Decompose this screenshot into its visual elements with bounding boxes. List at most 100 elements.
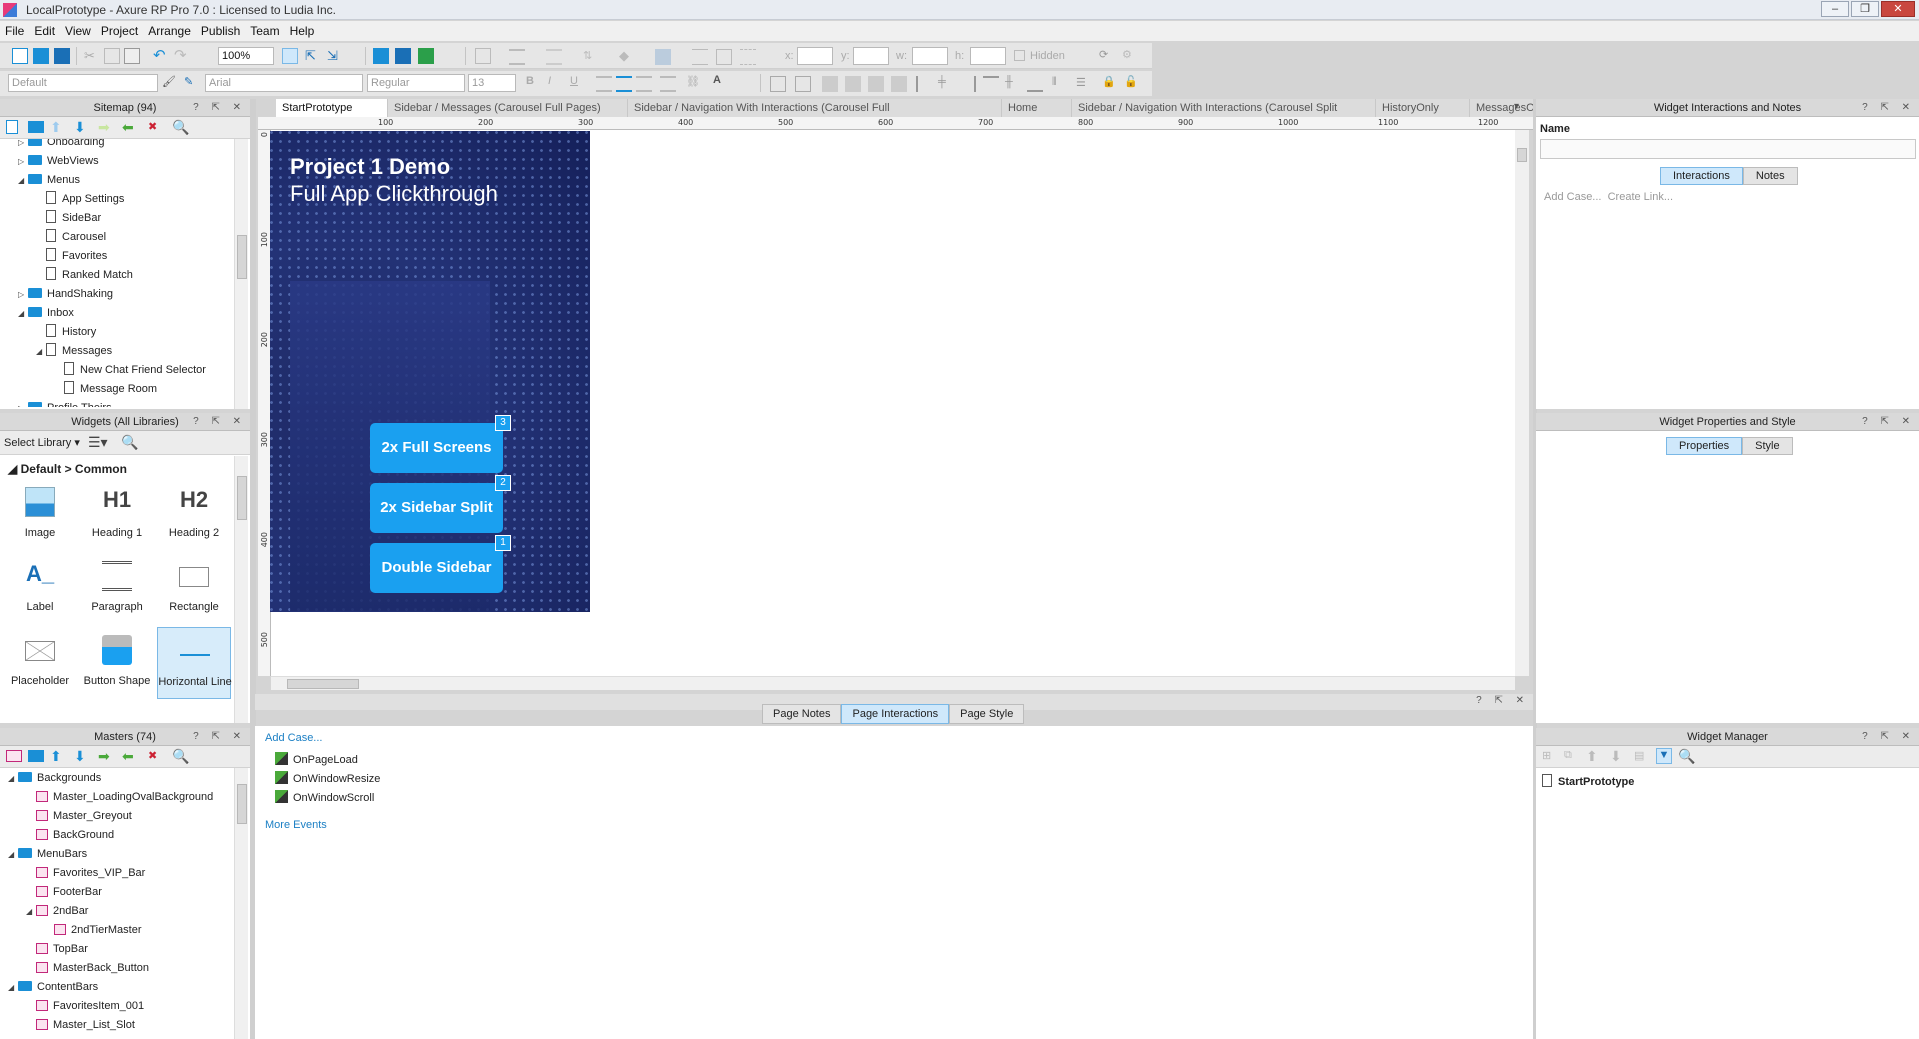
search-icon[interactable]: 🔍 bbox=[1678, 748, 1695, 764]
line-pattern-icon[interactable] bbox=[740, 49, 756, 65]
fit-icon[interactable]: ⟳ bbox=[1099, 48, 1115, 64]
sitemap-item[interactable]: SideBar bbox=[36, 210, 101, 226]
bring-front-icon[interactable] bbox=[822, 76, 838, 92]
widget-horizontal-line[interactable]: Horizontal Line bbox=[157, 627, 232, 699]
add-case-link[interactable]: Add Case... bbox=[265, 732, 322, 744]
menu-project[interactable]: Project bbox=[96, 21, 143, 41]
master-item[interactable]: MasterBack_Button bbox=[26, 960, 149, 976]
align-middle-obj-icon[interactable]: ╫ bbox=[1005, 76, 1021, 92]
tab-page[interactable]: HistoryOnly bbox=[1376, 99, 1470, 117]
move-down-icon[interactable]: ⬇ bbox=[74, 748, 90, 764]
align-left-icon[interactable] bbox=[596, 76, 612, 92]
prototype-artboard[interactable]: Project 1 Demo Full App Clickthrough 2x … bbox=[270, 131, 590, 612]
master-item[interactable]: BackGround bbox=[26, 827, 114, 843]
widget-heading-2[interactable]: H2 Heading 2 bbox=[157, 479, 231, 551]
tab-page-notes[interactable]: Page Notes bbox=[762, 704, 842, 724]
delete-icon[interactable]: ✖ bbox=[148, 749, 164, 765]
select-contained-icon[interactable]: ⇱ bbox=[305, 48, 321, 64]
sitemap-item[interactable]: Message Room bbox=[54, 381, 157, 397]
master-item[interactable]: Master_Greyout bbox=[26, 808, 132, 824]
filter-icon[interactable]: ▼ bbox=[1656, 748, 1672, 764]
widget-name-input[interactable] bbox=[1540, 139, 1916, 159]
collapse-arrow-icon[interactable]: ◢ bbox=[8, 980, 18, 996]
master-item[interactable]: FavoritesItem_001 bbox=[26, 998, 144, 1014]
sidebar-split-button[interactable]: 2x Sidebar Split bbox=[370, 483, 503, 533]
indent-icon[interactable]: ➡ bbox=[98, 119, 114, 135]
tab-page-interactions[interactable]: Page Interactions bbox=[841, 704, 950, 724]
paste-icon[interactable] bbox=[124, 48, 140, 64]
tab-page[interactable]: Home bbox=[1002, 99, 1072, 117]
expand-arrow-icon[interactable]: ▷ bbox=[18, 287, 28, 303]
tab-style[interactable]: Style bbox=[1742, 437, 1793, 455]
link-icon[interactable]: ⛓ bbox=[686, 75, 702, 91]
tab-properties[interactable]: Properties bbox=[1666, 437, 1743, 455]
sitemap-item[interactable]: History bbox=[36, 324, 96, 340]
move-up-icon[interactable]: ⬆ bbox=[50, 748, 66, 764]
sitemap-item[interactable]: ▷ Profile Theirs bbox=[18, 400, 112, 407]
panel-controls[interactable]: ? ⇱ ✕ bbox=[1476, 695, 1529, 706]
panel-controls[interactable]: ? ⇱ ✕ bbox=[193, 413, 246, 431]
widget-rectangle[interactable]: Rectangle bbox=[157, 553, 231, 625]
expand-arrow-icon[interactable]: ▷ bbox=[18, 154, 28, 170]
event-onpageload[interactable]: OnPageLoad bbox=[275, 752, 358, 766]
select-intersected-icon[interactable] bbox=[282, 48, 298, 64]
outdent-icon[interactable]: ⬅ bbox=[122, 119, 138, 135]
zoom-select[interactable]: 100% bbox=[218, 47, 274, 65]
restore-icon[interactable]: ❐ bbox=[1851, 1, 1879, 17]
master-item[interactable]: ◢ Backgrounds bbox=[8, 770, 101, 786]
align-bottom-obj-icon[interactable] bbox=[1027, 76, 1043, 92]
font-size-select[interactable]: 13 bbox=[468, 74, 516, 92]
copy-icon[interactable] bbox=[104, 48, 120, 64]
add-case-link[interactable]: Add Case... bbox=[1544, 191, 1601, 203]
unlock-icon[interactable]: 🔓 bbox=[1124, 75, 1140, 91]
indent-icon[interactable]: ➡ bbox=[98, 748, 114, 764]
master-item[interactable]: FooterBar bbox=[26, 884, 102, 900]
align-right-obj-icon[interactable] bbox=[960, 76, 976, 92]
sitemap-item[interactable]: ◢ Menus bbox=[18, 172, 80, 188]
tab-interactions[interactable]: Interactions bbox=[1660, 167, 1743, 185]
align-icon[interactable] bbox=[509, 49, 525, 65]
create-link-link[interactable]: Create Link... bbox=[1608, 191, 1673, 203]
publish-icon[interactable] bbox=[395, 48, 411, 64]
font-weight-select[interactable]: Regular bbox=[367, 74, 465, 92]
outdent-icon[interactable]: ⬅ bbox=[122, 748, 138, 764]
bring-forward-icon[interactable] bbox=[868, 76, 884, 92]
move-up-icon[interactable]: ⬆ bbox=[1586, 748, 1602, 764]
widget-manager-item[interactable]: StartPrototype bbox=[1542, 774, 1634, 788]
widget-paragraph[interactable]: Paragraph bbox=[80, 553, 154, 625]
master-item[interactable]: Master_LoadingOvalBackground bbox=[26, 789, 213, 805]
menu-view[interactable]: View bbox=[60, 21, 96, 41]
font-color-icon[interactable]: A bbox=[713, 74, 729, 90]
sitemap-scrollbar[interactable] bbox=[234, 139, 248, 409]
x-input[interactable] bbox=[797, 47, 833, 65]
sitemap-item[interactable]: ▷ WebViews bbox=[18, 153, 99, 169]
master-item[interactable]: Favorites_VIP_Bar bbox=[26, 865, 145, 881]
order-icon[interactable]: ⇅ bbox=[583, 49, 599, 65]
tab-page[interactable]: Sidebar / Messages (Carousel Full Pages) bbox=[388, 99, 628, 117]
master-item[interactable]: ◢ ContentBars bbox=[8, 979, 98, 995]
tab-page[interactable]: StartPrototype bbox=[276, 99, 388, 117]
sitemap-item[interactable]: App Settings bbox=[36, 191, 124, 207]
align-left-obj-icon[interactable] bbox=[916, 76, 932, 92]
canvas-horizontal-scrollbar[interactable] bbox=[271, 676, 1515, 690]
menu-icon[interactable]: ☰▾ bbox=[88, 434, 108, 451]
align-right-icon[interactable] bbox=[636, 76, 652, 92]
menu-help[interactable]: Help bbox=[285, 21, 320, 41]
font-family-select[interactable]: Arial bbox=[205, 74, 363, 92]
send-back-icon[interactable] bbox=[845, 76, 861, 92]
connector-icon[interactable]: ⇲ bbox=[327, 48, 343, 64]
master-item[interactable]: ◢ MenuBars bbox=[8, 846, 87, 862]
sitemap-item[interactable]: ▷ HandShaking bbox=[18, 286, 113, 302]
widget-heading-1[interactable]: H1 Heading 1 bbox=[80, 479, 154, 551]
format-painter-icon[interactable]: 🖌 bbox=[162, 75, 178, 91]
distribute-h-icon[interactable]: ⫴ bbox=[1052, 76, 1068, 92]
align-center-icon[interactable] bbox=[616, 76, 632, 92]
expand-arrow-icon[interactable]: ▷ bbox=[18, 401, 28, 407]
redo-icon[interactable]: ↷ bbox=[174, 46, 190, 64]
line-weight-icon[interactable] bbox=[692, 49, 708, 65]
search-icon[interactable]: 🔍 bbox=[121, 434, 138, 451]
sitemap-item[interactable]: ◢ Inbox bbox=[18, 305, 74, 321]
add-master-icon[interactable] bbox=[6, 750, 22, 762]
minimize-icon[interactable]: – bbox=[1821, 1, 1849, 17]
fill-color-icon[interactable]: ◆ bbox=[619, 48, 635, 64]
